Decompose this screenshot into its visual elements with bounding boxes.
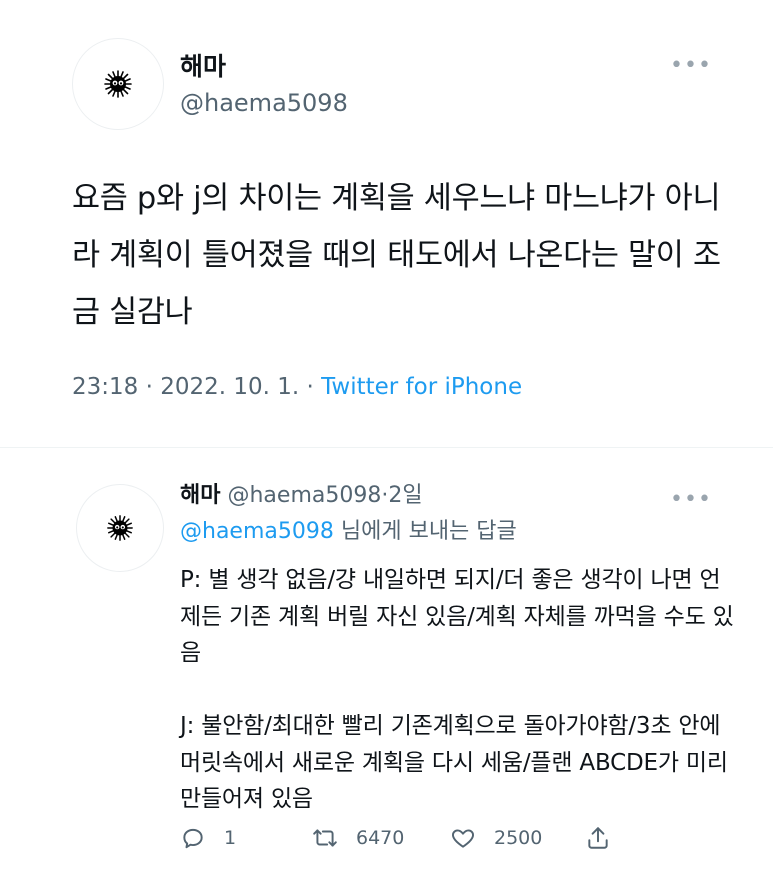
reply-header: 해마 @haema5098·2일 (180, 481, 423, 511)
reply-count: 1 (224, 827, 237, 849)
replying-mention-link[interactable]: @haema5098 (180, 519, 334, 544)
replying-to: @haema5098 님에게 보내는 답글 (180, 517, 517, 547)
like-button[interactable]: 2500 (450, 818, 542, 858)
reply-time[interactable]: 2일 (388, 483, 422, 508)
retweet-count: 6470 (356, 827, 405, 849)
reply-button[interactable]: 1 (180, 818, 236, 858)
retweet-icon (313, 829, 337, 847)
main-tweet: 해마 @haema5098 ••• 요즘 p와 j의 차이는 계획을 세우느냐 … (0, 0, 773, 440)
like-count: 2500 (494, 827, 543, 849)
share-icon (588, 827, 608, 849)
replying-suffix: 님에게 보내는 답글 (333, 519, 517, 544)
divider (0, 447, 773, 448)
reply-text: P: 별 생각 없음/걍 내일하면 되지/더 좋은 생각이 나면 언제든 기존 … (180, 567, 734, 812)
user-handle[interactable]: @haema5098 (180, 88, 348, 118)
tweet-timestamp[interactable]: 23:18 · 2022. 10. 1. · (72, 374, 321, 400)
reply-display-name[interactable]: 해마 (180, 483, 220, 508)
comment-icon (183, 828, 203, 849)
soot-sprite-icon (104, 70, 132, 98)
tweet-meta: 23:18 · 2022. 10. 1. · Twitter for iPhon… (72, 372, 522, 402)
heart-icon (452, 829, 474, 848)
share-button[interactable] (585, 818, 611, 858)
tweet-source-link[interactable]: Twitter for iPhone (321, 374, 522, 400)
retweet-button[interactable]: 6470 (312, 818, 404, 858)
display-name[interactable]: 해마 (180, 52, 226, 82)
tweet-actions: 1 6470 2500 (180, 818, 620, 858)
reply-handle[interactable]: @haema5098 (227, 483, 381, 508)
more-options-icon[interactable]: ••• (670, 489, 712, 511)
tweet-text: 요즘 p와 j의 차이는 계획을 세우느냐 마느냐가 아니라 계획이 틀어졌을 … (72, 181, 721, 330)
avatar[interactable] (72, 38, 164, 130)
soot-sprite-icon (107, 515, 133, 541)
reply-avatar[interactable] (76, 484, 164, 572)
more-options-icon[interactable]: ••• (670, 55, 712, 77)
